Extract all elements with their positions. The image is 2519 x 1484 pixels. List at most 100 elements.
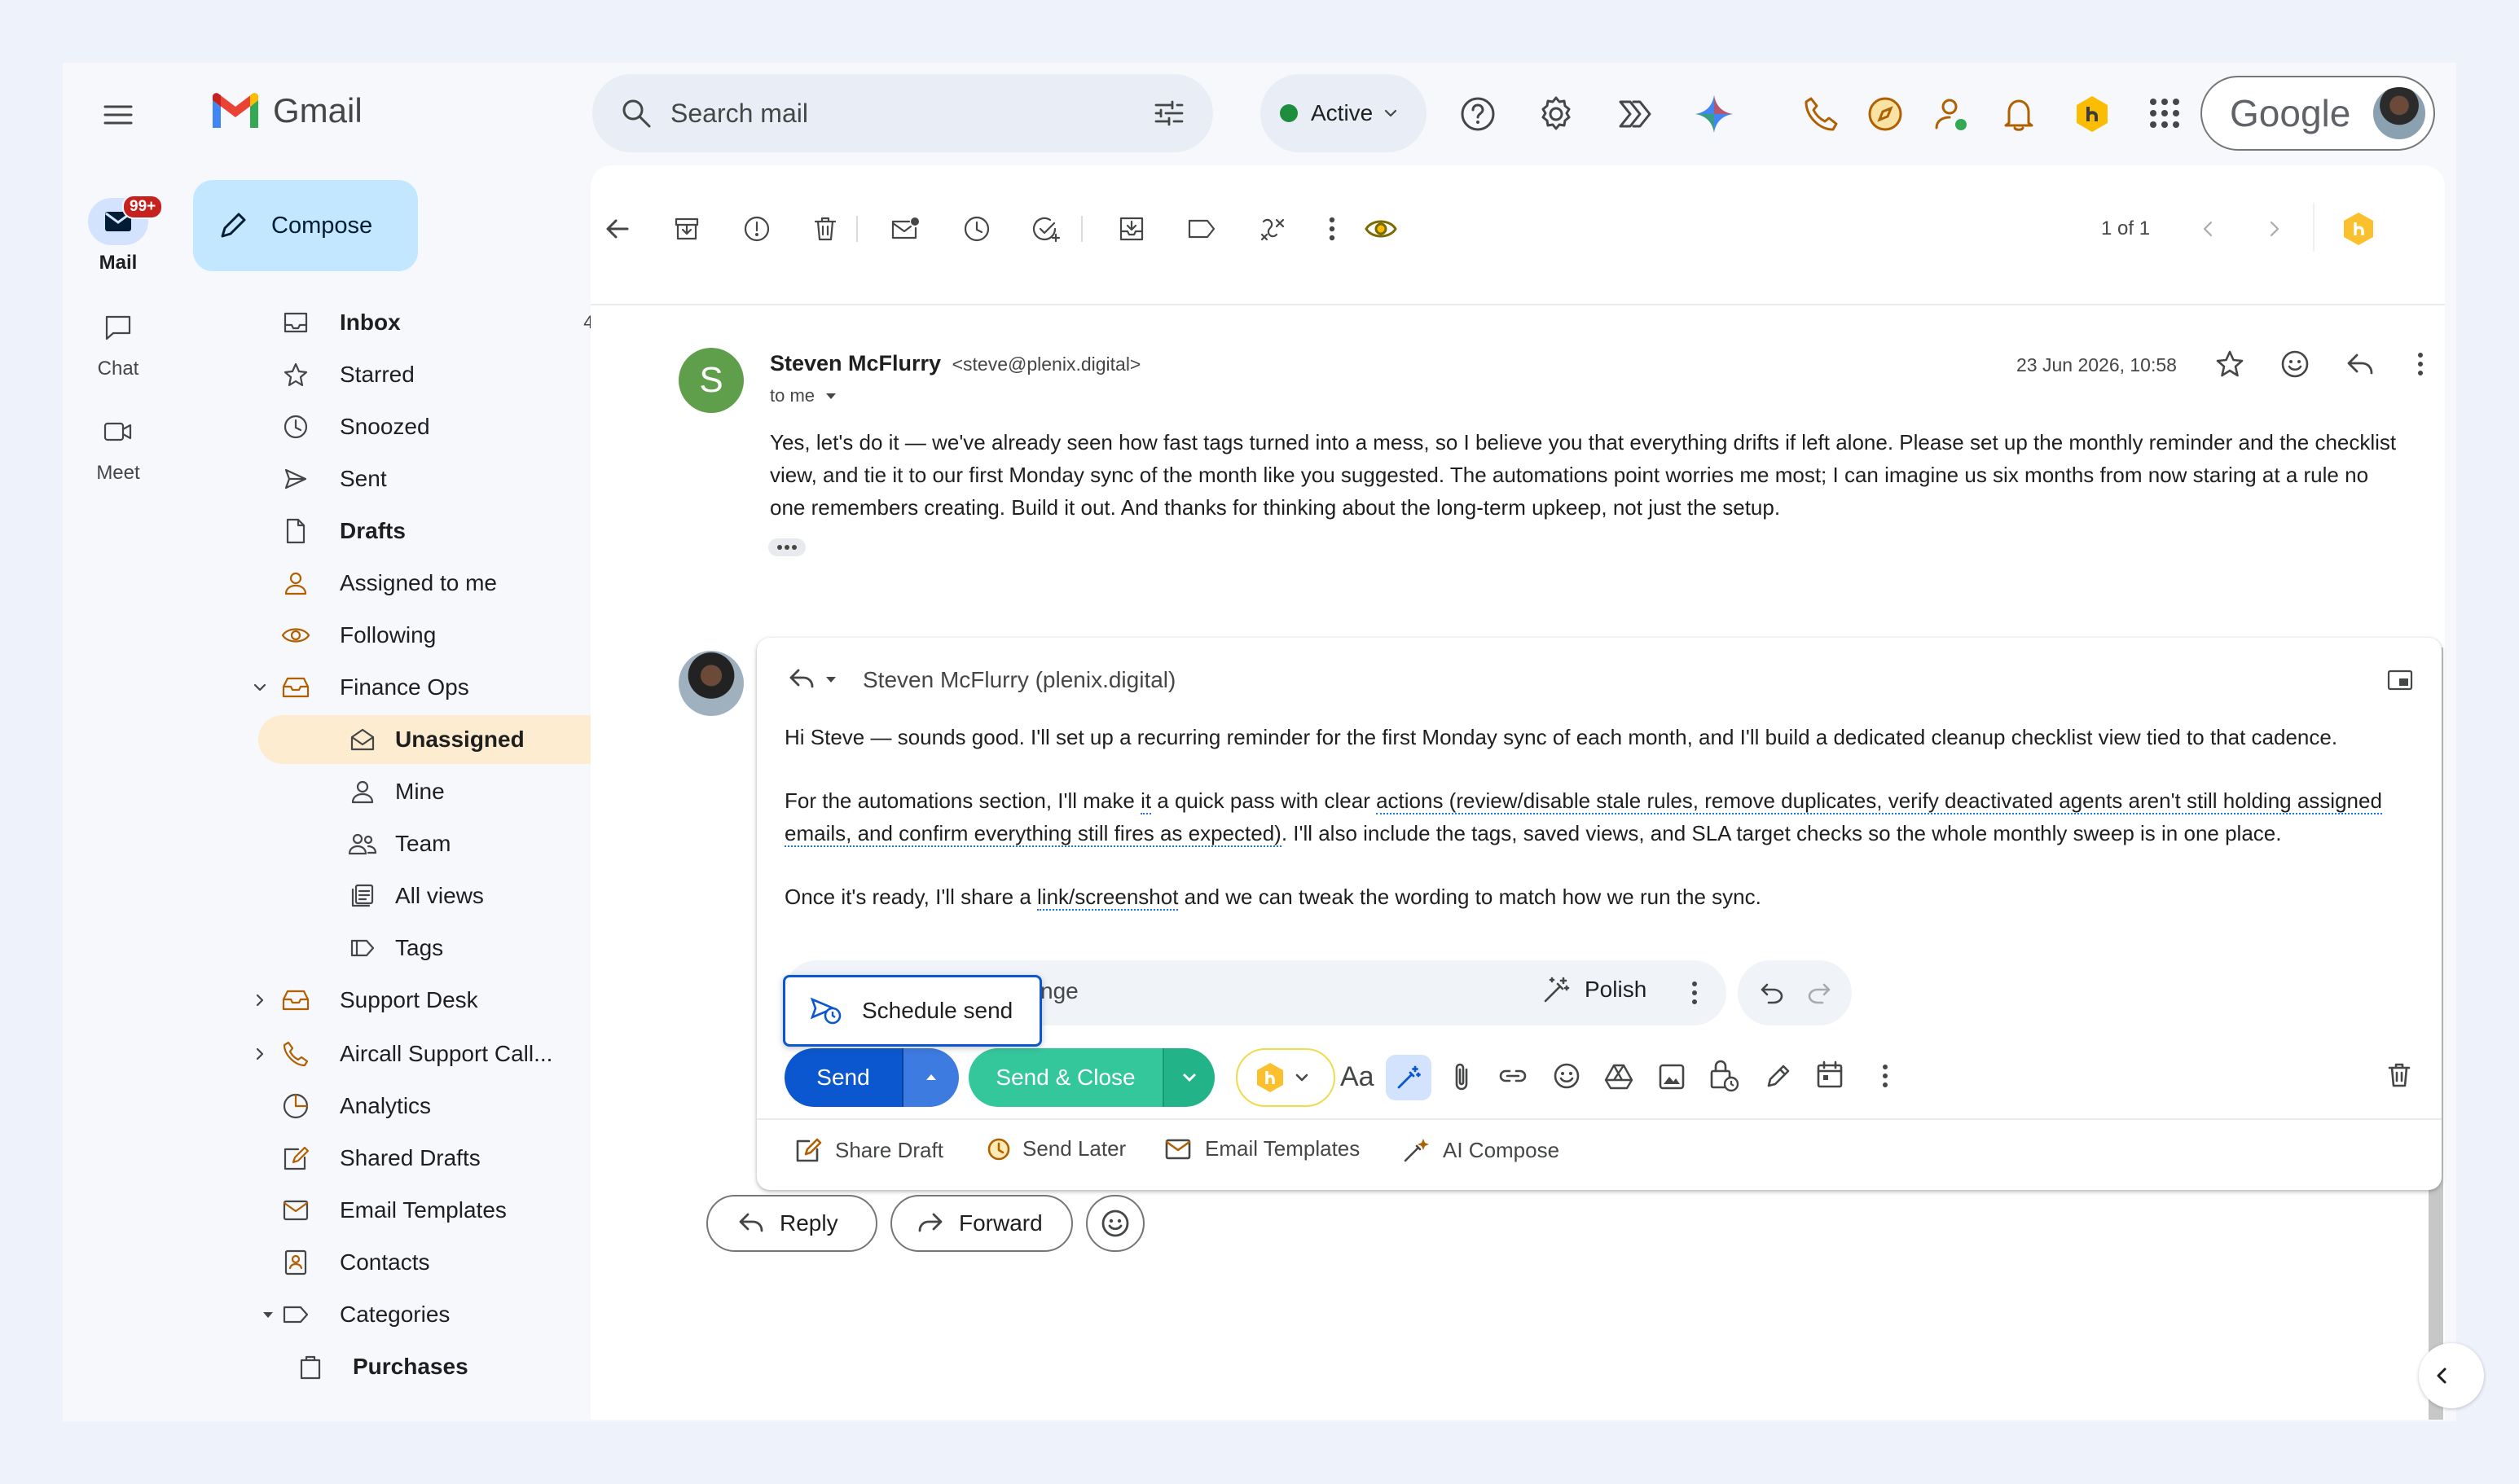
nav-purchases[interactable]: Purchases 21 [258, 1342, 633, 1391]
nav-shared-drafts[interactable]: Shared Drafts [258, 1134, 633, 1183]
search-options-icon[interactable] [1153, 97, 1185, 130]
contacts-button[interactable] [1933, 95, 1971, 133]
reply-button[interactable]: Reply [706, 1195, 877, 1252]
gmail-logo[interactable]: Gmail [209, 90, 363, 131]
reply-type-button[interactable] [788, 667, 838, 692]
attach-button[interactable] [1451, 1061, 1472, 1092]
extension-button[interactable] [2072, 94, 2112, 134]
nav-analytics[interactable]: Analytics [258, 1082, 633, 1131]
reply-recipient[interactable]: Steven McFlurry (plenix.digital) [863, 667, 1176, 693]
nav-team[interactable]: Team [258, 819, 633, 868]
grammar-flag-emails[interactable]: emails, and confirm everything still fir… [785, 821, 1281, 847]
pop-out-button[interactable] [2386, 669, 2414, 692]
tracking-button[interactable] [1363, 211, 1399, 247]
nav-assigned[interactable]: Assigned to me 8 [258, 559, 633, 608]
rail-meet[interactable]: Meet [63, 408, 174, 485]
nav-support-desk[interactable]: Support Desk 8 [256, 976, 633, 1025]
ai-compose-button[interactable]: AI Compose [1402, 1136, 1559, 1164]
back-button[interactable] [599, 211, 635, 247]
send-close-button[interactable]: Send & Close [969, 1048, 1163, 1107]
flows-button[interactable] [1616, 95, 1653, 133]
search-bar[interactable]: Search mail [592, 74, 1213, 152]
nav-contacts[interactable]: Contacts [258, 1238, 633, 1287]
add-task-button[interactable] [1029, 211, 1065, 247]
nav-sent[interactable]: Sent [258, 454, 633, 503]
spelling-flag-it[interactable]: it [1141, 788, 1152, 814]
polish-button[interactable]: Polish [1542, 975, 1646, 1004]
forward-button[interactable]: Forward [890, 1195, 1073, 1252]
report-spam-button[interactable] [739, 211, 775, 247]
settings-button[interactable] [1537, 95, 1575, 133]
send-later-button[interactable]: Send Later [987, 1136, 1126, 1161]
message-more-button[interactable] [2416, 351, 2425, 377]
nav-following[interactable]: Following [258, 611, 633, 660]
share-draft-button[interactable]: Share Draft [794, 1136, 943, 1164]
nav-all-views[interactable]: All views [258, 872, 633, 920]
help-button[interactable] [1459, 95, 1497, 133]
signature-button[interactable] [1764, 1061, 1791, 1091]
schedule-send-menu[interactable]: Schedule send [783, 975, 1042, 1047]
send-button[interactable]: Send [785, 1048, 902, 1107]
nav-unassigned[interactable]: Unassigned [258, 715, 633, 764]
main-menu-button[interactable] [102, 99, 134, 131]
phone-button[interactable] [1803, 95, 1840, 133]
sender-name[interactable]: Steven McFlurry [770, 351, 941, 375]
insert-emoji-button[interactable] [1552, 1061, 1581, 1091]
assign-button[interactable] [1255, 211, 1291, 247]
nav-inbox[interactable]: Inbox 402 [258, 298, 633, 347]
gemini-button[interactable] [1694, 94, 1734, 134]
nav-starred[interactable]: Starred [258, 350, 633, 399]
search-icon[interactable] [620, 97, 653, 130]
redo-button[interactable] [1806, 980, 1832, 1006]
insert-link-button[interactable] [1498, 1066, 1528, 1086]
chevron-right-icon[interactable] [252, 992, 268, 1008]
rail-mail[interactable]: 99+ Mail [63, 195, 174, 274]
send-close-options-button[interactable] [1163, 1048, 1215, 1107]
reply-paragraph-2[interactable]: For the automations section, I'll make i… [785, 784, 2414, 850]
caret-down-icon[interactable] [260, 1306, 276, 1323]
ai-assist-button[interactable] [1386, 1055, 1431, 1100]
reply-paragraph-1[interactable]: Hi Steve — sounds good. I'll set up a re… [785, 721, 2414, 753]
nav-tags[interactable]: Tags [258, 924, 633, 973]
nav-mine[interactable]: Mine [258, 767, 633, 816]
star-button[interactable] [2215, 349, 2244, 379]
apps-button[interactable] [2148, 97, 2181, 130]
mark-unread-button[interactable] [887, 211, 923, 247]
reply-paragraph-3[interactable]: Once it's ready, I'll share a link/scree… [785, 880, 2414, 913]
nav-aircall[interactable]: Aircall Support Call... [256, 1030, 633, 1078]
chevron-down-icon[interactable] [252, 679, 268, 696]
nav-snoozed[interactable]: Snoozed [258, 402, 633, 451]
newer-button[interactable] [2191, 211, 2227, 247]
email-templates-button[interactable]: Email Templates [1164, 1136, 1360, 1161]
react-emoji-button[interactable] [1086, 1195, 1145, 1252]
extension-pill-button[interactable] [1236, 1048, 1335, 1107]
grammar-flag-link[interactable]: link/screenshot [1037, 885, 1179, 911]
chevron-right-icon[interactable] [252, 1046, 268, 1062]
more-options-button[interactable] [1881, 1063, 1889, 1089]
older-button[interactable] [2256, 211, 2292, 247]
more-actions-button[interactable] [1314, 211, 1350, 247]
confidential-mode-button[interactable] [1708, 1058, 1739, 1092]
sidepanel-extension-button[interactable] [2341, 211, 2376, 247]
insert-calendar-button[interactable] [1816, 1060, 1844, 1089]
labels-button[interactable] [1184, 211, 1220, 247]
move-to-button[interactable] [1114, 211, 1150, 247]
side-panel-toggle[interactable] [2419, 1343, 2484, 1408]
delete-button[interactable] [807, 211, 843, 247]
search-input[interactable]: Search mail [670, 99, 808, 129]
snooze-button[interactable] [959, 211, 995, 247]
insert-photo-button[interactable] [1658, 1063, 1686, 1091]
nav-categories[interactable]: Categories [258, 1290, 633, 1339]
reply-button-header[interactable] [2345, 351, 2375, 377]
compose-button[interactable]: Compose [193, 180, 418, 271]
react-button[interactable] [2280, 349, 2310, 379]
insert-drive-button[interactable] [1604, 1063, 1633, 1091]
nav-drafts[interactable]: Drafts 19 [258, 507, 633, 555]
discard-draft-button[interactable] [2386, 1061, 2412, 1089]
send-options-button[interactable] [902, 1048, 959, 1107]
rail-chat[interactable]: Chat [63, 304, 174, 380]
grammar-flag-actions[interactable]: actions (review/disable stale rules, rem… [1376, 788, 2382, 814]
show-trimmed-button[interactable] [768, 538, 806, 556]
recipient-details[interactable]: to me [770, 385, 839, 406]
formatting-button[interactable]: Aa [1340, 1061, 1374, 1093]
